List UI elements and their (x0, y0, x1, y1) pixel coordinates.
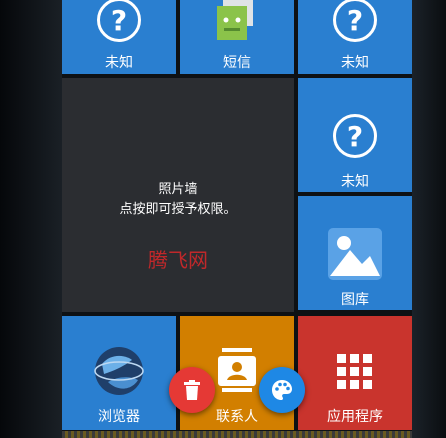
tile-unknown-1[interactable]: ? 未知 (62, 0, 176, 74)
tile-browser[interactable]: 浏览器 (62, 316, 176, 430)
tile-label: 浏览器 (98, 409, 140, 425)
tile-sms[interactable]: 短信 (180, 0, 294, 74)
tile-photo-wall[interactable]: 照片墙 点按即可授予权限。 腾飞网 (62, 78, 294, 312)
delete-button[interactable] (169, 367, 215, 413)
grid-icon (337, 354, 372, 389)
question-circle-icon: ? (97, 0, 141, 42)
globe-icon (94, 347, 144, 395)
question-circle-icon: ? (333, 114, 377, 158)
photo-wall-title: 照片墙 (158, 182, 198, 197)
tile-unknown-2[interactable]: ? 未知 (298, 0, 412, 74)
android-message-icon (217, 0, 253, 40)
tile-unknown-3[interactable]: ? 未知 (298, 78, 412, 192)
tile-gallery[interactable]: 图库 (298, 196, 412, 310)
tile-label: 应用程序 (327, 409, 383, 425)
question-circle-icon: ? (333, 0, 377, 42)
contact-card-icon (218, 348, 256, 392)
tile-apps[interactable]: 应用程序 (298, 316, 412, 430)
background-right (412, 0, 446, 438)
bottom-strip (62, 431, 412, 438)
watermark: 腾飞网 (148, 248, 208, 272)
theme-button[interactable] (259, 367, 305, 413)
background-left (0, 0, 62, 438)
tile-label: 短信 (223, 55, 251, 71)
trash-icon (184, 380, 200, 400)
palette-icon (272, 380, 292, 400)
photo-wall-subtitle: 点按即可授予权限。 (119, 202, 237, 217)
tile-label: 未知 (341, 174, 369, 190)
tile-label: 未知 (105, 55, 133, 71)
image-icon (328, 228, 382, 280)
tile-label: 未知 (341, 55, 369, 71)
tile-label: 图库 (341, 292, 369, 308)
